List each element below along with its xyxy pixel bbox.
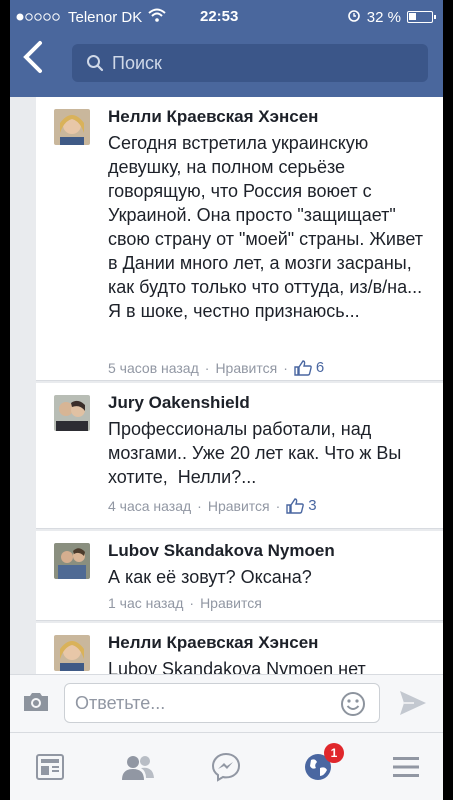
emoji-button[interactable] <box>340 691 366 722</box>
status-bar: Telenor DK 22:53 32 % <box>10 0 443 32</box>
comment-text: А как её зовут? Оксана? <box>108 567 312 587</box>
thumbs-up-icon <box>294 359 312 376</box>
top-bar: Telenor DK 22:53 32 % Поиск <box>10 0 443 97</box>
comment-item: Jury Oakenshield Профессионалы работали,… <box>36 383 443 529</box>
like-button[interactable]: Нравится <box>215 360 277 376</box>
avatar[interactable] <box>54 543 90 579</box>
reply-bar: Ответьте... <box>10 674 443 732</box>
like-count[interactable]: 3 <box>286 497 317 514</box>
back-button[interactable] <box>20 40 60 84</box>
like-button[interactable]: Нравится <box>208 498 270 514</box>
comment-author[interactable]: Lubov Skandakova Nymoen <box>108 541 335 561</box>
comment-author[interactable]: Нелли Краевская Хэнсен <box>108 107 318 127</box>
like-count[interactable]: 6 <box>294 359 324 376</box>
signal-icon <box>16 9 62 26</box>
comment-text: Сегодня встретила украинскую девушку, на… <box>108 133 429 321</box>
friends-icon <box>122 756 154 780</box>
camera-button[interactable] <box>22 690 50 719</box>
comment-item: Lubov Skandakova Nymoen А как её зовут? … <box>36 531 443 621</box>
search-placeholder: Поиск <box>112 52 162 73</box>
comment-list: Нелли Краевская Хэнсен Сегодня встретила… <box>10 97 443 674</box>
send-icon <box>400 691 426 715</box>
comment-time: 1 час назад <box>108 595 184 611</box>
comment-time: 4 часа назад <box>108 497 192 514</box>
comment-author[interactable]: Jury Oakenshield <box>108 393 250 413</box>
messenger-icon <box>211 752 241 782</box>
menu-icon <box>393 757 419 777</box>
app-frame: Telenor DK 22:53 32 % Поиск Нелли Краевс… <box>10 0 443 800</box>
comment-text: Lubov Skandakova Nymoen нет <box>108 659 366 674</box>
thumbs-up-icon <box>286 497 305 514</box>
comment-item: Нелли Краевская Хэнсен Сегодня встретила… <box>36 97 443 381</box>
tab-bar: 1 <box>10 732 443 800</box>
camera-icon <box>24 693 48 711</box>
search-icon <box>87 55 104 72</box>
avatar[interactable] <box>54 109 90 145</box>
battery-icon <box>407 11 436 23</box>
comment-item: Нелли Краевская Хэнсен Lubov Skandakova … <box>36 623 443 674</box>
reply-input[interactable]: Ответьте... <box>64 683 380 723</box>
notification-badge: 1 <box>324 743 344 763</box>
status-time: 22:53 <box>200 8 239 25</box>
send-button[interactable] <box>398 689 428 722</box>
battery-percent: 32 % <box>366 8 401 26</box>
alarm-icon <box>347 8 361 26</box>
comment-meta: 4 часа назад · Нравится · 3 <box>108 497 317 514</box>
comment-meta: 5 часов назад · Нравится · 6 <box>108 359 325 376</box>
comment-time: 5 часов назад <box>108 359 199 376</box>
tab-friend-requests[interactable] <box>118 749 158 785</box>
avatar[interactable] <box>54 635 90 671</box>
comment-author[interactable]: Нелли Краевская Хэнсен <box>108 633 318 653</box>
news-feed-icon <box>36 754 64 780</box>
comment-text: Профессионалы работали, над мозгами.. Уж… <box>108 419 407 487</box>
tab-news-feed[interactable] <box>30 749 70 785</box>
comment-meta: 1 час назад · Нравится <box>108 595 262 611</box>
status-right: 32 % <box>347 8 436 26</box>
reply-placeholder: Ответьте... <box>75 693 166 713</box>
wifi-icon <box>148 8 166 26</box>
avatar[interactable] <box>54 395 90 431</box>
search-input[interactable]: Поиск <box>72 44 428 82</box>
smiley-icon <box>341 692 365 716</box>
carrier-info: Telenor DK <box>16 8 166 26</box>
carrier-name: Telenor DK <box>68 8 143 26</box>
like-button[interactable]: Нравится <box>200 595 262 611</box>
tab-messages[interactable] <box>206 749 246 785</box>
tab-more[interactable] <box>386 749 426 785</box>
tab-notifications[interactable]: 1 <box>298 743 344 785</box>
chevron-left-icon <box>23 41 42 73</box>
